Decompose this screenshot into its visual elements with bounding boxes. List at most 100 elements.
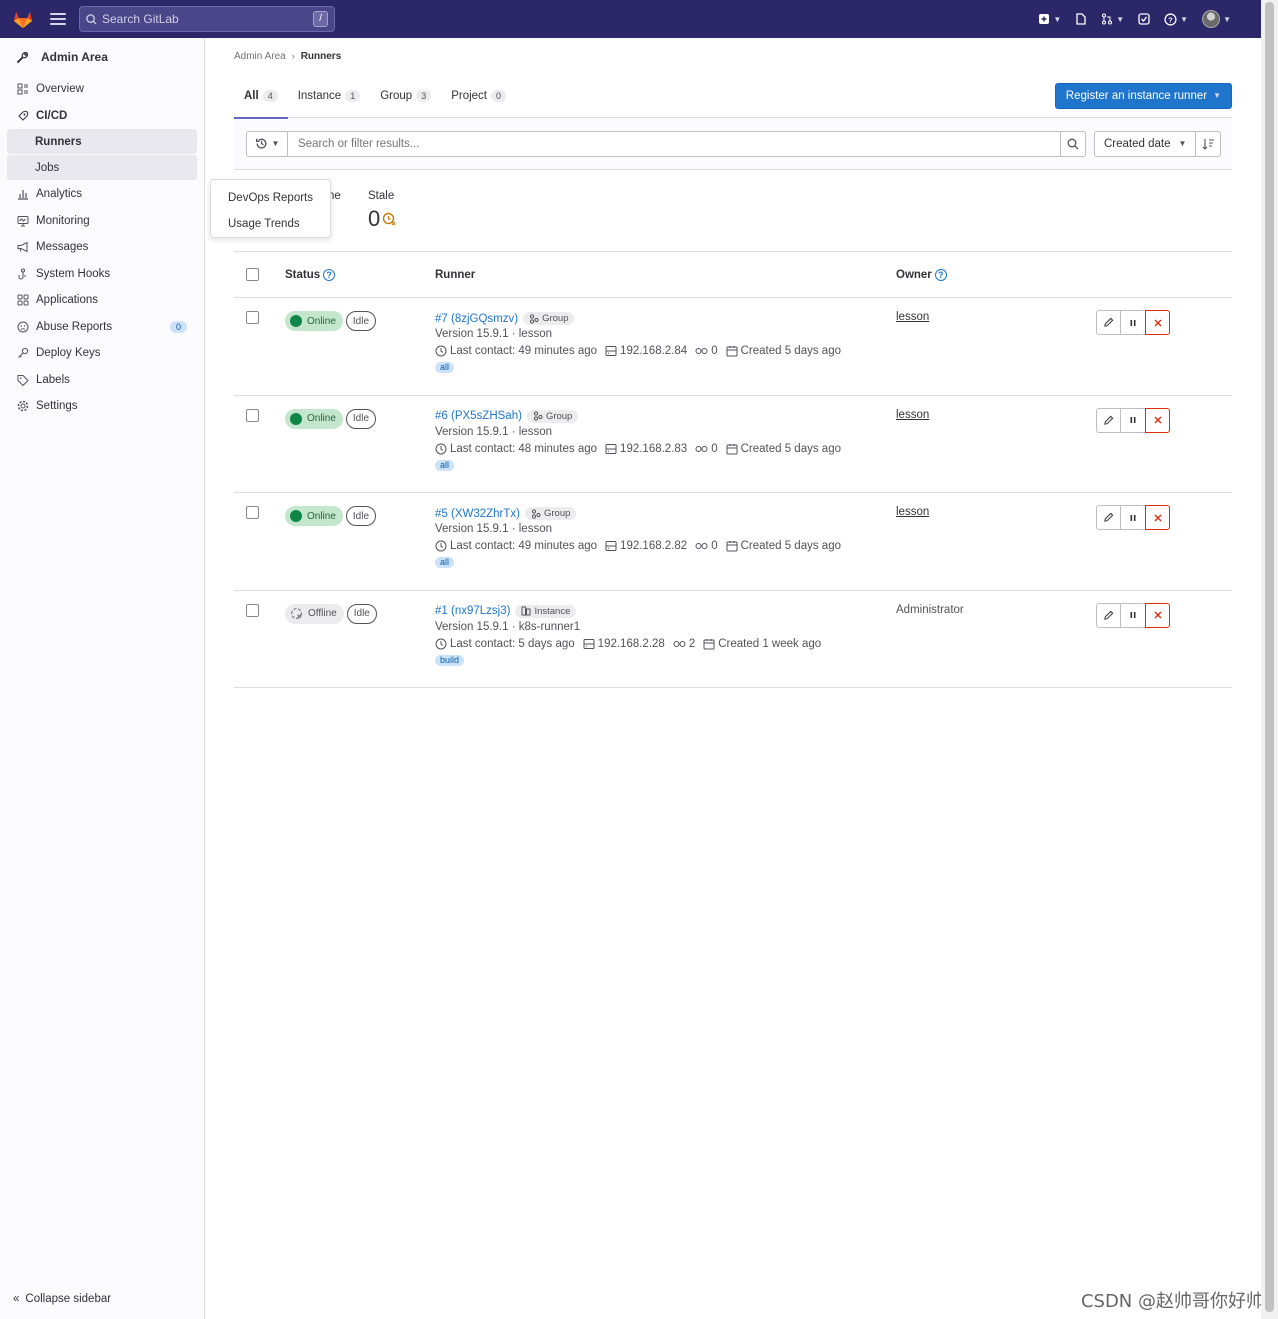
- breadcrumb-current[interactable]: Runners: [301, 51, 342, 62]
- search-icon: [86, 13, 97, 25]
- sidebar-item-system-hooks[interactable]: System Hooks: [0, 261, 204, 288]
- sidebar-item-overview[interactable]: Overview: [0, 76, 204, 103]
- sort-direction-button[interactable]: [1196, 130, 1222, 157]
- breadcrumb-parent[interactable]: Admin Area: [234, 51, 286, 62]
- runner-name-link[interactable]: #7 (8zjGQsmzv): [435, 313, 518, 325]
- runners-table-header: Status? Runner Owner?: [234, 252, 1232, 298]
- pause-runner-button[interactable]: [1121, 407, 1146, 433]
- status-label: Online: [307, 510, 336, 522]
- rocket-icon: [16, 110, 30, 122]
- gitlab-logo-icon[interactable]: [12, 8, 34, 30]
- sidebar-item-label: Overview: [36, 83, 84, 96]
- runner-select-checkbox[interactable]: [246, 408, 259, 422]
- label-icon: [16, 374, 30, 386]
- sidebar-header[interactable]: Admin Area: [0, 38, 204, 76]
- edit-runner-button[interactable]: [1096, 505, 1121, 530]
- breadcrumb: Admin Area › Runners: [234, 38, 1232, 74]
- runner-owner[interactable]: lesson: [896, 409, 929, 421]
- sidebar-item-applications[interactable]: Applications: [0, 287, 204, 314]
- runner-name-link[interactable]: #5 (XW32ZhrTx): [435, 508, 520, 520]
- idle-badge: Idle: [345, 311, 377, 331]
- create-new-dropdown[interactable]: ▼: [1038, 13, 1061, 25]
- hamburger-menu-icon[interactable]: [50, 13, 66, 25]
- calendar-icon: [726, 345, 738, 357]
- search-submit-button[interactable]: [1061, 130, 1086, 157]
- runner-select-checkbox[interactable]: [246, 506, 259, 519]
- abuse-icon: [16, 321, 30, 333]
- tab-label: All: [244, 89, 259, 102]
- runner-name-link[interactable]: #6 (PX5sZHSah): [435, 410, 522, 422]
- monitor-icon: [16, 215, 30, 227]
- main-content: Admin Area › Runners All 4 Instance 1 Grou…: [234, 38, 1232, 688]
- edit-runner-button[interactable]: [1096, 310, 1121, 335]
- sidebar-item-deploy-keys[interactable]: Deploy Keys: [0, 340, 204, 367]
- sidebar-item-abuse-reports[interactable]: Abuse Reports 0: [0, 314, 204, 341]
- runner-name-link[interactable]: #1 (nx97Lzsj3): [435, 605, 510, 617]
- scrollbar-thumb[interactable]: [1265, 2, 1274, 1312]
- last-contact: Last contact: 49 minutes ago: [450, 540, 598, 552]
- collapse-sidebar-button[interactable]: « Collapse sidebar: [13, 1293, 111, 1305]
- sidebar-subitem-runners[interactable]: Runners: [7, 129, 197, 154]
- job-count: 0: [711, 345, 718, 357]
- pause-runner-button[interactable]: [1121, 310, 1146, 335]
- todos-button[interactable]: [1138, 13, 1150, 25]
- chevron-down-icon: ▼: [1116, 14, 1125, 24]
- runner-tag[interactable]: all: [435, 459, 455, 471]
- tab-group[interactable]: Group 3: [370, 74, 441, 118]
- help-icon[interactable]: ?: [323, 268, 336, 281]
- tab-project[interactable]: Project 0: [441, 74, 516, 118]
- runner-select-checkbox[interactable]: [246, 311, 259, 324]
- tab-label: Instance: [297, 89, 342, 102]
- sidebar-item-settings[interactable]: Settings: [0, 393, 204, 420]
- sidebar-item-labels[interactable]: Labels: [0, 367, 204, 394]
- flyout-item-usage-trends[interactable]: Usage Trends: [211, 211, 330, 237]
- sidebar-item-monitoring[interactable]: Monitoring: [0, 208, 204, 235]
- edit-runner-button[interactable]: [1096, 602, 1121, 628]
- sidebar-item-analytics[interactable]: Analytics: [0, 181, 204, 208]
- filter-search-input[interactable]: [288, 130, 1061, 157]
- job-count: 0: [711, 540, 718, 552]
- server-icon: [605, 345, 617, 357]
- runner-tag[interactable]: build: [435, 654, 465, 666]
- online-status-icon: [290, 412, 302, 425]
- top-navbar: Search GitLab / ▼ ▼ ? ▼ ▼: [0, 0, 1261, 38]
- select-all-checkbox[interactable]: [246, 268, 259, 281]
- runner-tag[interactable]: all: [435, 362, 455, 373]
- runner-owner[interactable]: lesson: [896, 506, 929, 518]
- clock-icon: [435, 443, 447, 455]
- chevron-down-icon: ▼: [1180, 14, 1189, 24]
- flyout-item-devops-reports[interactable]: DevOps Reports: [211, 185, 330, 211]
- pause-runner-button[interactable]: [1121, 602, 1146, 628]
- runner-type-badge: Instance: [515, 604, 577, 618]
- search-shortcut-key: /: [313, 11, 328, 27]
- sidebar-title: Admin Area: [41, 50, 108, 64]
- runner-version: Version 15.9.1 · k8s-runner1: [435, 620, 581, 633]
- help-dropdown[interactable]: ? ▼: [1164, 12, 1189, 26]
- delete-runner-button[interactable]: [1145, 310, 1170, 335]
- pause-runner-button[interactable]: [1121, 505, 1146, 530]
- edit-runner-button[interactable]: [1096, 407, 1121, 433]
- sidebar-item-messages[interactable]: Messages: [0, 234, 204, 261]
- search-input[interactable]: Search GitLab /: [79, 6, 335, 32]
- merge-requests-dropdown[interactable]: ▼: [1101, 13, 1124, 25]
- help-icon[interactable]: ?: [934, 268, 947, 281]
- user-menu-dropdown[interactable]: ▼: [1202, 10, 1231, 28]
- delete-runner-button[interactable]: [1145, 602, 1170, 628]
- sidebar-item-cicd[interactable]: CI/CD: [0, 103, 204, 130]
- runner-select-checkbox[interactable]: [246, 603, 259, 617]
- tab-instance[interactable]: Instance 1: [288, 74, 371, 118]
- issues-button[interactable]: [1075, 13, 1087, 25]
- sort-dropdown[interactable]: Created date ▼: [1094, 130, 1197, 157]
- sidebar-subitem-jobs[interactable]: Jobs: [7, 155, 197, 180]
- delete-runner-button[interactable]: [1145, 505, 1170, 530]
- last-contact: Last contact: 49 minutes ago: [450, 345, 598, 357]
- page-scrollbar[interactable]: [1261, 0, 1278, 1319]
- tab-all[interactable]: All 4: [234, 74, 288, 119]
- recent-searches-dropdown[interactable]: ▼: [246, 130, 288, 157]
- register-runner-button[interactable]: Register an instance runner ▼: [1054, 82, 1232, 109]
- delete-runner-button[interactable]: [1145, 407, 1170, 433]
- runner-owner[interactable]: lesson: [896, 311, 929, 323]
- server-icon: [605, 540, 617, 552]
- runner-tag[interactable]: all: [435, 557, 455, 568]
- help-icon: ?: [1164, 12, 1177, 26]
